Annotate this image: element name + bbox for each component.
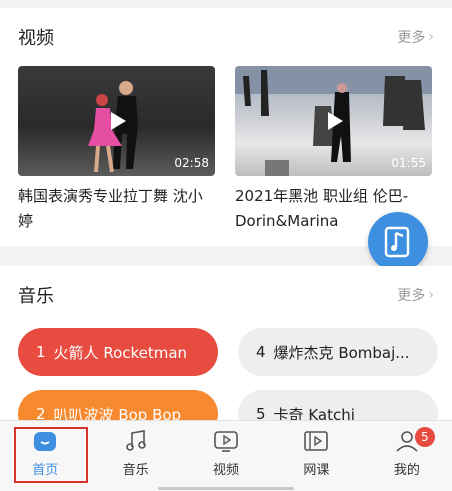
video-list: 02:58 韩国表演秀专业拉丁舞 沈小婷 01:55 2021年黑池 职业组 伦… <box>18 66 434 234</box>
music-section: 音乐 更多 › 1 火箭人 Rocketman 4 爆炸杰克 Bombaj...… <box>0 266 452 446</box>
video-more-label: 更多 <box>397 30 426 46</box>
course-icon <box>303 429 329 453</box>
chevron-right-icon: › <box>428 29 434 45</box>
music-float-icon <box>384 226 410 258</box>
tab-music[interactable]: 音乐 <box>90 421 180 491</box>
home-indicator <box>158 487 294 490</box>
music-item-label: 爆炸杰克 Bombaj... <box>273 343 410 362</box>
music-more-link[interactable]: 更多 › <box>397 285 434 305</box>
video-thumbnail[interactable]: 02:58 <box>18 66 215 176</box>
tab-video-label: 视频 <box>213 463 240 478</box>
notification-badge: 5 <box>414 427 435 447</box>
video-duration: 01:55 <box>391 156 426 170</box>
video-section-header: 视频 更多 › <box>18 8 434 66</box>
video-item[interactable]: 02:58 韩国表演秀专业拉丁舞 沈小婷 <box>18 66 215 234</box>
music-more-label: 更多 <box>397 288 426 304</box>
video-play-icon <box>213 429 239 453</box>
music-section-title: 音乐 <box>18 286 54 307</box>
music-item[interactable]: 1 火箭人 Rocketman <box>18 328 218 376</box>
music-item-number: 4 <box>256 343 266 361</box>
tab-course-label: 网课 <box>303 463 330 478</box>
tab-video[interactable]: 视频 <box>181 421 271 491</box>
tab-music-label: 音乐 <box>122 463 149 478</box>
video-item[interactable]: 01:55 2021年黑池 职业组 伦巴-Dorin&Marina <box>235 66 432 234</box>
play-icon <box>327 112 343 130</box>
music-section-header: 音乐 更多 › <box>18 266 434 324</box>
music-item[interactable]: 4 爆炸杰克 Bombaj... <box>238 328 438 376</box>
music-note-icon <box>123 429 149 453</box>
video-section: 视频 更多 › 02:58 韩国表演秀专业拉丁舞 沈小婷 01:55 2021年… <box>0 8 452 246</box>
selection-highlight <box>14 427 88 483</box>
music-item-label: 火箭人 Rocketman <box>53 343 188 362</box>
tab-course[interactable]: 网课 <box>271 421 361 491</box>
video-more-link[interactable]: 更多 › <box>397 27 434 47</box>
chevron-right-icon: › <box>428 287 434 303</box>
music-float-button[interactable] <box>368 212 428 272</box>
tab-mine[interactable]: 5 我的 <box>362 421 452 491</box>
tab-mine-label: 我的 <box>393 463 420 478</box>
video-duration: 02:58 <box>174 156 209 170</box>
video-thumbnail[interactable]: 01:55 <box>235 66 432 176</box>
music-item-number: 1 <box>36 343 46 361</box>
video-section-title: 视频 <box>18 28 54 49</box>
play-icon <box>110 112 126 130</box>
video-title[interactable]: 韩国表演秀专业拉丁舞 沈小婷 <box>18 184 215 234</box>
